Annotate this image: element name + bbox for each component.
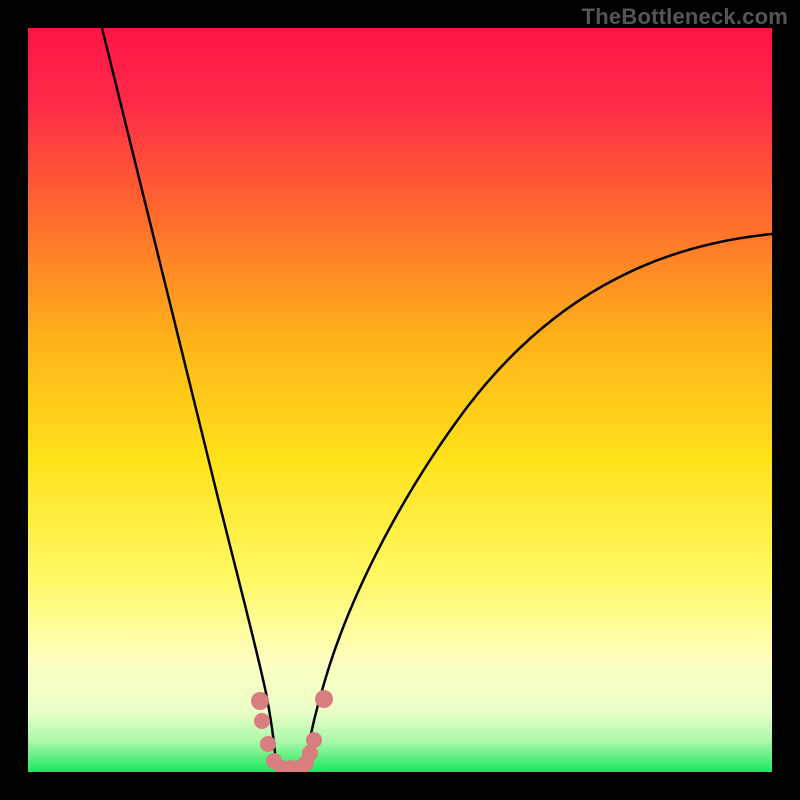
gradient-background [28,28,772,772]
chart-frame: TheBottleneck.com [0,0,800,800]
dot [260,736,276,752]
bottleneck-chart [28,28,772,772]
dot [306,732,322,748]
dot [251,692,269,710]
dot [254,713,270,729]
dot [315,690,333,708]
watermark-text: TheBottleneck.com [582,4,788,30]
